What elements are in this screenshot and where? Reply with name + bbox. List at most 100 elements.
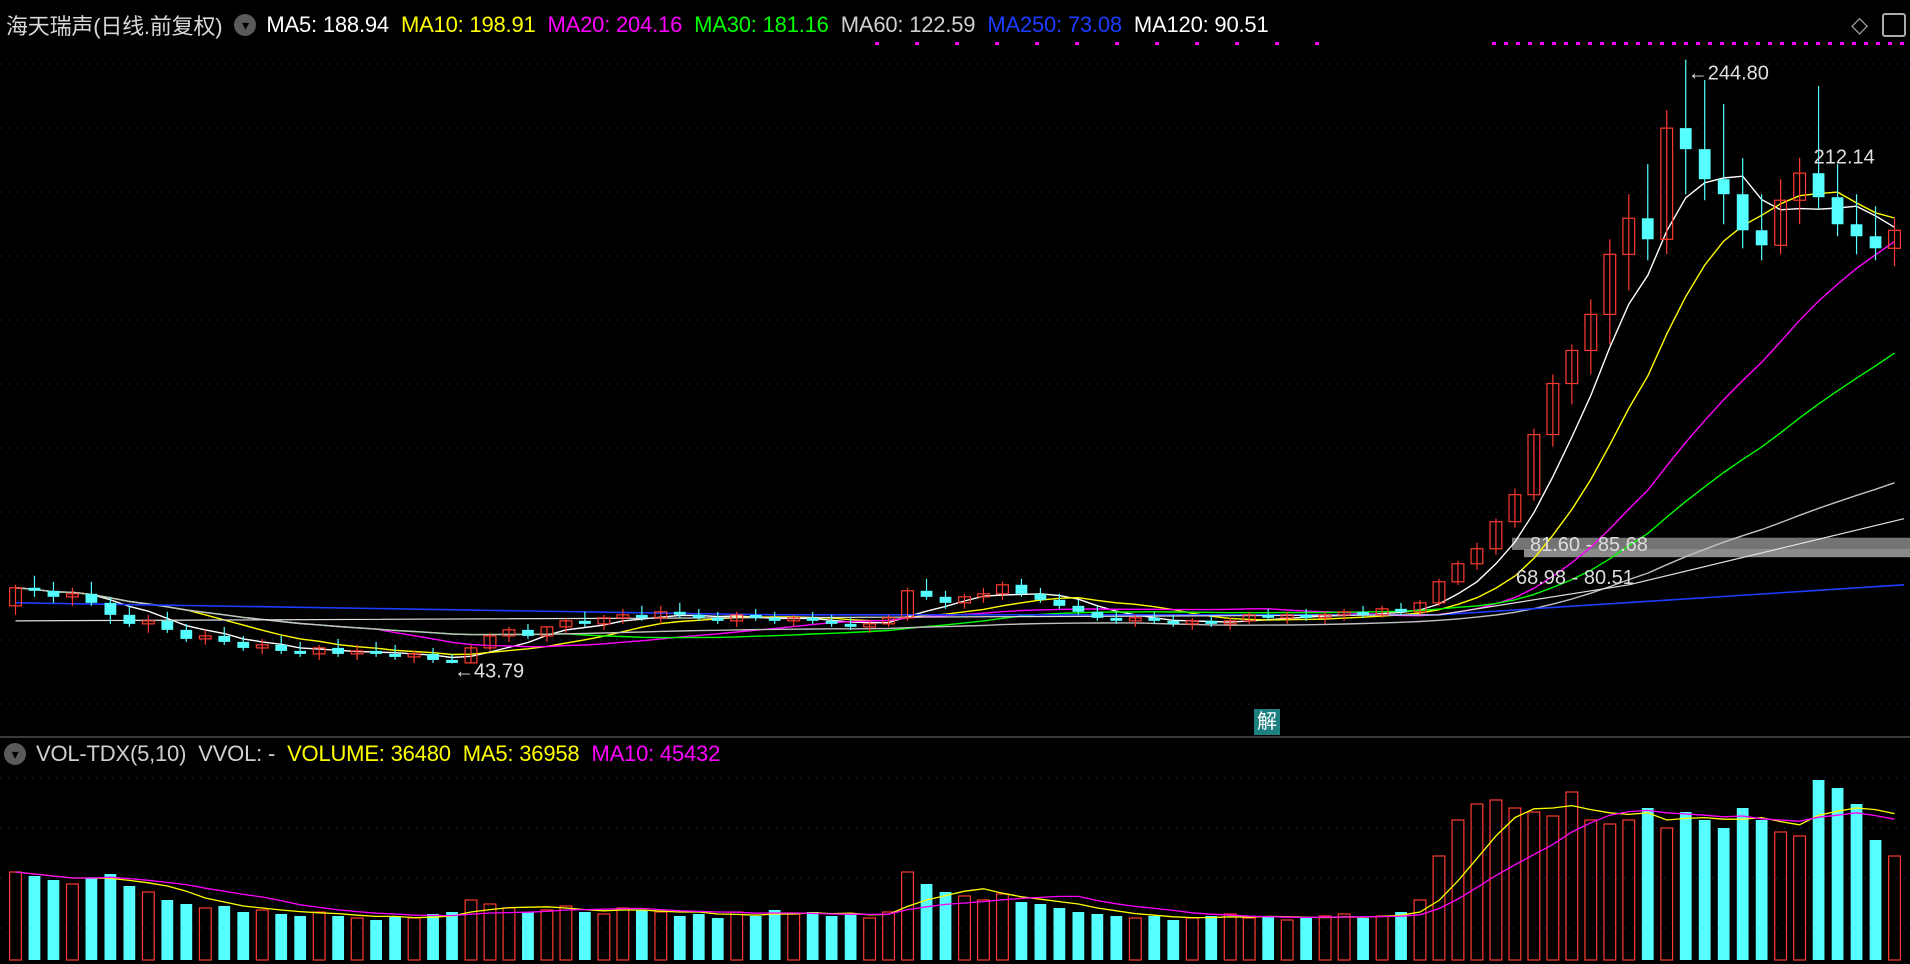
candle-body bbox=[1034, 593, 1047, 600]
volume-bar bbox=[749, 916, 762, 960]
candle-body bbox=[237, 641, 250, 648]
volume-bar bbox=[863, 917, 877, 961]
signal-dot bbox=[1720, 42, 1724, 45]
volume-bar bbox=[1205, 916, 1218, 960]
volume-bar bbox=[1110, 916, 1123, 960]
signal-dot bbox=[1588, 42, 1592, 45]
volume-bar bbox=[1091, 914, 1104, 960]
volume-bar bbox=[1755, 820, 1768, 960]
volume-bar bbox=[123, 886, 136, 960]
candle-body bbox=[939, 596, 952, 603]
signal-dot bbox=[1708, 42, 1712, 45]
volume-bar bbox=[654, 911, 668, 961]
volume-bar bbox=[844, 914, 857, 960]
signal-dot bbox=[1888, 42, 1892, 45]
volume-indicator-title: VOL-TDX(5,10) bbox=[36, 741, 187, 766]
candle-body bbox=[1205, 620, 1218, 624]
candle-body bbox=[768, 617, 781, 621]
volume-bar bbox=[85, 878, 98, 960]
volume-bar bbox=[1527, 811, 1541, 961]
signal-dot bbox=[1672, 42, 1676, 45]
volume-indicator-bar: ▾ VOL-TDX(5,10) VVOL: - VOLUME: 36480 MA5:… bbox=[0, 741, 732, 767]
unlock-badge[interactable]: 解 bbox=[1254, 709, 1280, 735]
volume-bar bbox=[806, 912, 819, 960]
signal-dot bbox=[1804, 42, 1808, 45]
candlestick-chart[interactable]: ←244.80 212.14 ←43.79 81.60 - 85.68 68.98 - … bbox=[0, 0, 1910, 964]
volume-bar bbox=[1375, 915, 1389, 961]
signal-dot bbox=[1552, 42, 1556, 45]
candle-body bbox=[1300, 614, 1313, 618]
volume-bar bbox=[1337, 913, 1351, 961]
candle-body bbox=[1110, 617, 1123, 621]
signal-dot bbox=[1492, 42, 1496, 45]
signal-dot bbox=[1564, 42, 1568, 45]
volume-bar bbox=[825, 916, 838, 960]
candle-body bbox=[1717, 179, 1730, 195]
candle-body bbox=[1262, 614, 1275, 618]
volume-bar bbox=[635, 910, 648, 960]
volume-legend-item-0: VVOL: - bbox=[198, 741, 276, 766]
zone-lower-label: 68.98 - 80.51 bbox=[1516, 567, 1634, 589]
volume-bar bbox=[995, 893, 1009, 961]
volume-bar bbox=[407, 917, 421, 961]
signal-dot bbox=[995, 42, 999, 45]
candle-body bbox=[522, 629, 534, 636]
volume-bar bbox=[312, 911, 326, 961]
candle-body bbox=[1167, 620, 1180, 624]
candle-body bbox=[28, 587, 41, 591]
volume-bar bbox=[1546, 815, 1560, 961]
signal-dot bbox=[1115, 42, 1119, 45]
volume-bar bbox=[768, 910, 781, 960]
volume-bar bbox=[1660, 827, 1674, 961]
signal-dot bbox=[1504, 42, 1508, 45]
signal-dot bbox=[1516, 42, 1520, 45]
signal-dot bbox=[1792, 42, 1796, 45]
candle-body bbox=[1755, 230, 1768, 246]
volume-bar bbox=[1641, 808, 1654, 960]
volume-legend-item-2: MA5: 36958 bbox=[462, 741, 580, 766]
signal-dot bbox=[1155, 42, 1159, 45]
signal-dot bbox=[1576, 42, 1580, 45]
volume-bar bbox=[711, 918, 724, 960]
volume-bar bbox=[237, 912, 250, 960]
candle-body bbox=[218, 635, 231, 642]
signal-dot bbox=[1035, 42, 1039, 45]
volume-bar bbox=[464, 899, 478, 961]
volume-bar bbox=[275, 914, 288, 960]
candle-body bbox=[920, 590, 933, 597]
volume-bar bbox=[161, 900, 174, 960]
volume-bar bbox=[597, 913, 611, 961]
volume-bar bbox=[1451, 819, 1465, 961]
candle-body bbox=[1053, 599, 1066, 606]
volume-bar bbox=[787, 913, 801, 961]
signal-dot bbox=[1235, 42, 1239, 45]
signal-dot bbox=[875, 42, 879, 45]
candle-body bbox=[806, 617, 819, 621]
candle-body bbox=[294, 650, 307, 654]
candle-body bbox=[332, 647, 345, 654]
volume-bar bbox=[502, 907, 516, 961]
volume-bar bbox=[1679, 812, 1692, 960]
volume-bar bbox=[1508, 807, 1522, 961]
volume-bar bbox=[1698, 820, 1711, 960]
volume-bar bbox=[294, 916, 307, 960]
volume-bar bbox=[1053, 908, 1066, 960]
volume-bar bbox=[1185, 917, 1199, 961]
volume-bar bbox=[1603, 823, 1617, 961]
volume-bar bbox=[1622, 819, 1636, 961]
signal-dot bbox=[1528, 42, 1532, 45]
volume-bar bbox=[28, 876, 41, 960]
candle-body bbox=[1812, 173, 1825, 198]
volume-bar bbox=[1262, 916, 1275, 960]
volume-bar bbox=[1470, 803, 1484, 961]
signal-dot bbox=[1600, 42, 1604, 45]
volume-bar bbox=[427, 914, 439, 960]
candle-body bbox=[1831, 197, 1844, 225]
volume-bar bbox=[1793, 835, 1807, 961]
volume-bar bbox=[1869, 840, 1882, 960]
volume-bar bbox=[673, 916, 686, 960]
volume-bar bbox=[1357, 918, 1369, 960]
candle-body bbox=[1091, 611, 1104, 618]
volume-legend: VVOL: - VOLUME: 36480 MA5: 36958 MA10: 4543… bbox=[198, 741, 732, 767]
chevron-down-icon[interactable]: ▾ bbox=[4, 743, 26, 765]
